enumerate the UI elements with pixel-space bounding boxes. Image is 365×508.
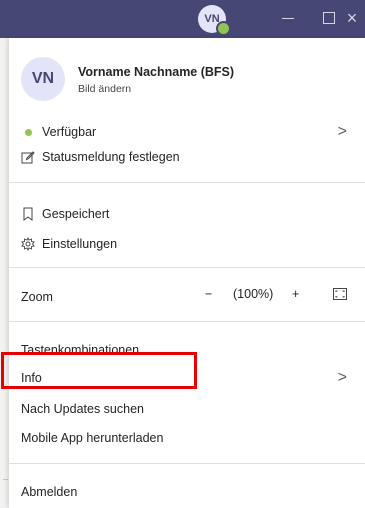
zoom-label-text: Zoom — [21, 290, 53, 304]
close-button[interactable]: × — [332, 0, 365, 36]
minimize-button[interactable] — [268, 0, 308, 36]
status-label: Verfügbar — [42, 125, 97, 139]
fullscreen-icon — [333, 288, 347, 300]
status-available-item[interactable]: Verfügbar — [21, 122, 361, 142]
profile-name: Vorname Nachname (BFS) — [78, 65, 235, 79]
download-mobile-app-item[interactable]: Mobile App herunterladen — [21, 428, 163, 448]
available-status-icon — [21, 125, 35, 139]
zoom-out-button[interactable]: − — [205, 287, 212, 301]
sign-out-label: Abmelden — [21, 485, 78, 499]
zoom-value: (100%) — [233, 287, 274, 301]
minimize-icon — [282, 17, 294, 19]
zoom-in-button[interactable]: + — [292, 287, 299, 301]
profile-section: VN Vorname Nachname (BFS) Bild ändern — [21, 57, 351, 103]
presence-available-icon — [216, 21, 231, 36]
edit-status-icon — [21, 150, 35, 164]
info-chevron-icon: > — [337, 369, 347, 386]
highlight-box — [1, 352, 197, 389]
sign-out-item[interactable]: Abmelden — [21, 482, 77, 502]
separator — [9, 463, 365, 464]
separator — [9, 182, 365, 183]
settings-label: Einstellungen — [42, 237, 118, 251]
set-status-message-label: Statusmeldung festlegen — [42, 150, 180, 164]
check-updates-label: Nach Updates suchen — [21, 402, 144, 416]
separator — [9, 267, 365, 268]
title-bar: VN × — [0, 0, 365, 38]
profile-menu: VN Vorname Nachname (BFS) Bild ändern Ve… — [9, 38, 365, 508]
settings-item[interactable]: Einstellungen — [21, 234, 117, 254]
check-updates-item[interactable]: Nach Updates suchen — [21, 399, 144, 419]
close-icon: × — [346, 7, 358, 28]
profile-avatar[interactable]: VN — [21, 57, 65, 101]
bookmark-icon — [21, 207, 35, 221]
separator — [9, 321, 365, 322]
fullscreen-button[interactable] — [333, 288, 347, 303]
change-picture-link[interactable]: Bild ändern — [78, 83, 131, 95]
zoom-label: Zoom — [21, 287, 53, 307]
background-tick — [3, 479, 8, 480]
status-chevron-icon: > — [337, 123, 347, 140]
gear-icon — [21, 237, 35, 251]
background-app-strip — [0, 38, 9, 508]
saved-label: Gespeichert — [42, 207, 110, 221]
download-mobile-app-label: Mobile App herunterladen — [21, 431, 164, 445]
saved-item[interactable]: Gespeichert — [21, 204, 109, 224]
set-status-message-item[interactable]: Statusmeldung festlegen — [21, 147, 180, 167]
